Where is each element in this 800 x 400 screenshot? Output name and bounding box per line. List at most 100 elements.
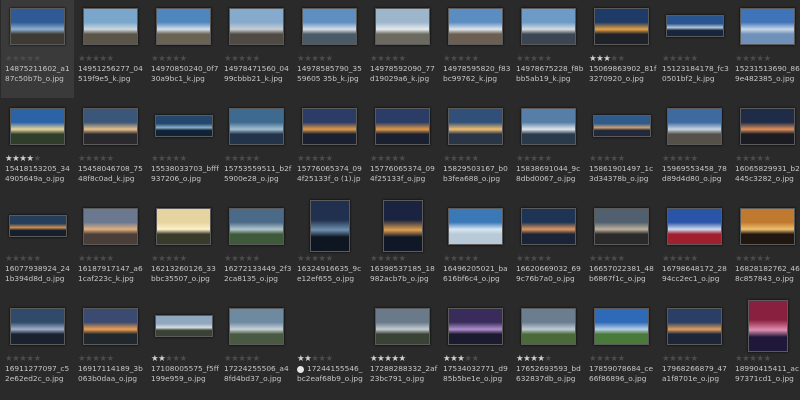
- star-icon[interactable]: ★: [34, 54, 42, 64]
- photo-thumbnail[interactable]: [229, 107, 284, 145]
- star-icon[interactable]: ★: [610, 54, 618, 64]
- thumbnail-cell[interactable]: ★★★★★ 14978595820_f83bc99762_k.jpg: [439, 0, 512, 98]
- thumbnail-cell[interactable]: ★★★★★ 18990415411_ac97371cd1_o.jpg: [731, 300, 800, 398]
- photo-thumbnail[interactable]: [83, 307, 138, 345]
- star-rating[interactable]: ★★★★★: [151, 354, 187, 364]
- star-rating[interactable]: ★★★★★: [443, 154, 479, 164]
- star-rating[interactable]: ★★★★★: [589, 154, 625, 164]
- star-icon[interactable]: ★: [391, 154, 399, 164]
- star-icon[interactable]: ★: [610, 254, 618, 264]
- star-icon[interactable]: ★: [537, 254, 545, 264]
- thumbnail-cell[interactable]: ★★★★★ 15969553458_78d89d4d80_o.jpg: [658, 100, 731, 198]
- star-rating[interactable]: ★★★★★: [443, 354, 479, 364]
- star-rating[interactable]: ★★★★★: [5, 154, 41, 164]
- star-icon[interactable]: ★: [245, 154, 253, 164]
- photo-thumbnail[interactable]: [229, 207, 284, 245]
- thumbnail-cell[interactable]: ★★★★★ 16911277097_c52e62ed2c_o.jpg: [1, 300, 74, 398]
- star-rating[interactable]: ★★★★★: [662, 154, 698, 164]
- star-rating[interactable]: ★★★★★: [224, 154, 260, 164]
- star-icon[interactable]: ★: [99, 154, 107, 164]
- star-icon[interactable]: ★: [691, 254, 699, 264]
- star-icon[interactable]: ★: [245, 54, 253, 64]
- star-rating[interactable]: ★★★★★: [443, 254, 479, 264]
- thumbnail-cell[interactable]: ★★★★★ 14875211602_a187c50b7b_o.jpg: [1, 0, 74, 98]
- thumbnail-cell[interactable]: ★★★★★ 16917114189_3b063b0daa_o.jpg: [74, 300, 147, 398]
- photo-thumbnail[interactable]: [375, 7, 430, 45]
- star-rating[interactable]: ★★★★★: [370, 354, 406, 364]
- star-icon[interactable]: ★: [318, 54, 326, 64]
- star-icon[interactable]: ★: [34, 354, 42, 364]
- star-icon[interactable]: ★: [172, 254, 180, 264]
- thumbnail-cell[interactable]: ★★★★★ 15838691044_9c8dbd0067_o.jpg: [512, 100, 585, 198]
- thumbnail-cell[interactable]: ★★★★★ 14978585790_3559605 35b_k.jpg: [293, 0, 366, 98]
- photo-thumbnail[interactable]: [8, 215, 67, 237]
- thumbnail-cell[interactable]: ★★★★★ 15458046708_7548f8c0ad_k.jpg: [74, 100, 147, 198]
- photo-thumbnail[interactable]: [594, 7, 649, 45]
- thumbnail-cell[interactable]: ★★★★★ 16798648172_2894cc2ec1_o.jpg: [658, 200, 731, 298]
- star-icon[interactable]: ★: [691, 154, 699, 164]
- star-rating[interactable]: ★★★★★: [224, 54, 260, 64]
- star-icon[interactable]: ★: [545, 54, 553, 64]
- thumbnail-cell[interactable]: ★★★★★ 16657022381_48b6867f1c_o.jpg: [585, 200, 658, 298]
- photo-thumbnail[interactable]: [83, 7, 138, 45]
- star-icon[interactable]: ★: [756, 54, 764, 64]
- star-rating[interactable]: ★★★★★: [297, 354, 333, 364]
- star-icon[interactable]: ★: [391, 354, 399, 364]
- photo-thumbnail[interactable]: [448, 107, 503, 145]
- star-rating[interactable]: ★★★★★: [151, 154, 187, 164]
- star-icon[interactable]: ★: [391, 54, 399, 64]
- star-icon[interactable]: ★: [756, 154, 764, 164]
- star-icon[interactable]: ★: [472, 354, 480, 364]
- photo-thumbnail[interactable]: [448, 207, 503, 245]
- star-icon[interactable]: ★: [326, 354, 334, 364]
- thumbnail-cell[interactable]: ★★★★★ 17859078684_ce66f86896_o.jpg: [585, 300, 658, 398]
- star-icon[interactable]: ★: [391, 254, 399, 264]
- thumbnail-cell[interactable]: ★★★★★ 16496205021_ba616bf6c4_o.jpg: [439, 200, 512, 298]
- star-icon[interactable]: ★: [26, 254, 34, 264]
- thumbnail-cell[interactable]: ★★★★★ 17244155546_bc2eaf68b9_o.jpg: [293, 300, 366, 398]
- photo-thumbnail[interactable]: [229, 7, 284, 45]
- star-rating[interactable]: ★★★★★: [735, 354, 771, 364]
- star-rating[interactable]: ★★★★★: [297, 254, 333, 264]
- star-icon[interactable]: ★: [180, 154, 188, 164]
- star-icon[interactable]: ★: [464, 254, 472, 264]
- thumbnail-cell[interactable]: ★★★★★ 17108005575_f5ff199e959_o.jpg: [147, 300, 220, 398]
- star-icon[interactable]: ★: [245, 354, 253, 364]
- star-icon[interactable]: ★: [253, 354, 261, 364]
- star-rating[interactable]: ★★★★★: [662, 54, 698, 64]
- thumbnail-cell[interactable]: ★★★★★ 14970850240_0f730a9bc1_k.jpg: [147, 0, 220, 98]
- star-rating[interactable]: ★★★★★: [151, 254, 187, 264]
- star-icon[interactable]: ★: [472, 154, 480, 164]
- photo-thumbnail[interactable]: [302, 7, 357, 45]
- star-icon[interactable]: ★: [610, 154, 618, 164]
- thumbnail-cell[interactable]: ★★★★★ 16620669032_699c76b7a0_o.jpg: [512, 200, 585, 298]
- photo-thumbnail[interactable]: [375, 307, 430, 345]
- star-icon[interactable]: ★: [756, 354, 764, 364]
- star-icon[interactable]: ★: [172, 354, 180, 364]
- thumbnail-cell[interactable]: ★★★★★ 17534032771_d985b5be1e_o.jpg: [439, 300, 512, 398]
- star-icon[interactable]: ★: [26, 354, 34, 364]
- star-rating[interactable]: ★★★★★: [224, 354, 260, 364]
- star-icon[interactable]: ★: [26, 54, 34, 64]
- star-rating[interactable]: ★★★★★: [735, 254, 771, 264]
- star-icon[interactable]: ★: [318, 254, 326, 264]
- thumbnail-cell[interactable]: ★★★★★ 16272133449_2f32ca8135_o.jpg: [220, 200, 293, 298]
- thumbnail-cell[interactable]: ★★★★★ 16324916635_9ce12ef655_o.jpg: [293, 200, 366, 298]
- star-icon[interactable]: ★: [472, 254, 480, 264]
- star-rating[interactable]: ★★★★★: [589, 354, 625, 364]
- photo-thumbnail[interactable]: [229, 307, 284, 345]
- star-rating[interactable]: ★★★★★: [297, 54, 333, 64]
- star-icon[interactable]: ★: [472, 54, 480, 64]
- thumbnail-cell[interactable]: ★★★★★ 14978592090_77d19029a6_k.jpg: [366, 0, 439, 98]
- star-icon[interactable]: ★: [464, 354, 472, 364]
- star-rating[interactable]: ★★★★★: [516, 254, 552, 264]
- photo-thumbnail[interactable]: [10, 107, 65, 145]
- star-rating[interactable]: ★★★★★: [78, 154, 114, 164]
- star-icon[interactable]: ★: [618, 254, 626, 264]
- photo-thumbnail[interactable]: [594, 207, 649, 245]
- thumbnail-cell[interactable]: ★★★★★15776065374_094f25133f_o (1).jpg: [293, 100, 366, 198]
- photo-thumbnail[interactable]: [592, 115, 651, 137]
- star-icon[interactable]: ★: [764, 354, 772, 364]
- star-icon[interactable]: ★: [683, 254, 691, 264]
- star-icon[interactable]: ★: [764, 154, 772, 164]
